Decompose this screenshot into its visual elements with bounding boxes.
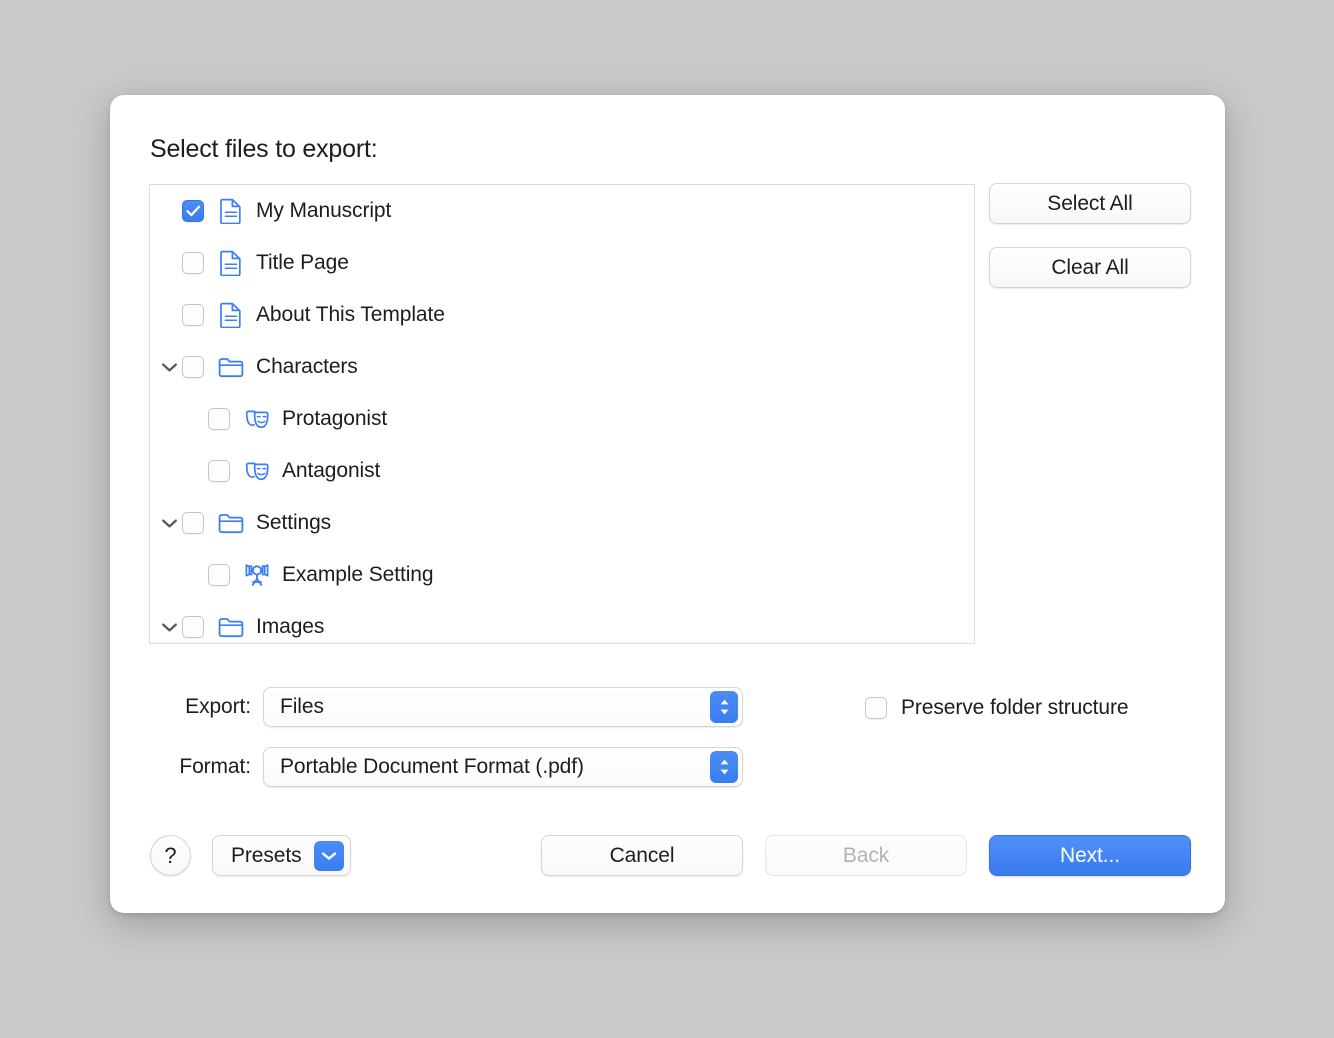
question-mark-icon: ? [164, 842, 177, 868]
format-select[interactable]: Portable Document Format (.pdf) [263, 747, 743, 787]
export-select[interactable]: Files [263, 687, 743, 727]
list-item[interactable]: Characters [150, 341, 974, 393]
list-item[interactable]: Settings [150, 497, 974, 549]
preserve-folder-structure-row[interactable]: Preserve folder structure [865, 696, 1129, 720]
list-item-label: My Manuscript [256, 199, 392, 222]
help-button[interactable]: ? [150, 835, 191, 876]
row-checkbox[interactable] [182, 616, 204, 638]
list-item-label: Antagonist [282, 459, 381, 482]
theater-masks-icon [244, 459, 270, 483]
next-label: Next... [1060, 843, 1120, 867]
list-item-label: Images [256, 615, 325, 638]
export-dialog: Select files to export: My Manuscript Tit… [110, 95, 1225, 913]
export-option-row: Export: Files [149, 687, 743, 727]
chevron-up-down-icon[interactable] [710, 751, 738, 783]
row-checkbox[interactable] [182, 200, 204, 222]
format-label: Format: [179, 755, 251, 778]
list-item-label: Title Page [256, 251, 349, 274]
file-list[interactable]: My Manuscript Title Page About This Templa… [149, 184, 975, 644]
back-button: Back [765, 835, 967, 876]
page-title: Select files to export: [150, 135, 378, 163]
preserve-folder-structure-label: Preserve folder structure [901, 696, 1129, 719]
chevron-down-icon[interactable] [313, 840, 344, 871]
select-all-button[interactable]: Select All [989, 183, 1191, 224]
document-icon [218, 198, 244, 224]
list-item[interactable]: Protagonist [150, 393, 974, 445]
list-item[interactable]: Title Page [150, 237, 974, 289]
presets-label: Presets [231, 843, 302, 867]
chevron-down-icon[interactable] [156, 362, 182, 373]
next-button[interactable]: Next... [989, 835, 1191, 876]
list-item-label: Protagonist [282, 407, 388, 430]
folder-icon [218, 512, 244, 534]
format-option-row: Format: Portable Document Format (.pdf) [149, 747, 743, 787]
document-icon [218, 302, 244, 328]
list-item[interactable]: Example Setting [150, 549, 974, 601]
list-item[interactable]: My Manuscript [150, 185, 974, 237]
cancel-label: Cancel [609, 843, 675, 867]
row-checkbox[interactable] [208, 408, 230, 430]
row-checkbox[interactable] [182, 252, 204, 274]
preserve-folder-structure-checkbox[interactable] [865, 697, 887, 719]
movie-camera-icon [244, 562, 270, 588]
row-checkbox[interactable] [182, 356, 204, 378]
clear-all-label: Clear All [1051, 255, 1129, 279]
list-item-label: Characters [256, 355, 358, 378]
folder-icon [218, 356, 244, 378]
chevron-down-icon[interactable] [156, 622, 182, 633]
format-select-value: Portable Document Format (.pdf) [280, 755, 584, 778]
chevron-up-down-icon[interactable] [710, 691, 738, 723]
row-checkbox[interactable] [208, 564, 230, 586]
list-item[interactable]: Images [150, 601, 974, 643]
cancel-button[interactable]: Cancel [541, 835, 743, 876]
theater-masks-icon [244, 407, 270, 431]
select-all-label: Select All [1047, 191, 1133, 215]
list-item-label: Example Setting [282, 563, 434, 586]
clear-all-button[interactable]: Clear All [989, 247, 1191, 288]
row-checkbox[interactable] [208, 460, 230, 482]
row-checkbox[interactable] [182, 512, 204, 534]
back-label: Back [842, 843, 890, 867]
list-item[interactable]: Antagonist [150, 445, 974, 497]
list-item-label: About This Template [256, 303, 445, 326]
document-icon [218, 250, 244, 276]
export-label: Export: [185, 695, 251, 718]
chevron-down-icon[interactable] [156, 518, 182, 529]
export-select-value: Files [280, 695, 324, 718]
row-checkbox[interactable] [182, 304, 204, 326]
folder-icon [218, 616, 244, 638]
list-item[interactable]: About This Template [150, 289, 974, 341]
list-item-label: Settings [256, 511, 332, 534]
presets-button[interactable]: Presets [212, 835, 351, 876]
